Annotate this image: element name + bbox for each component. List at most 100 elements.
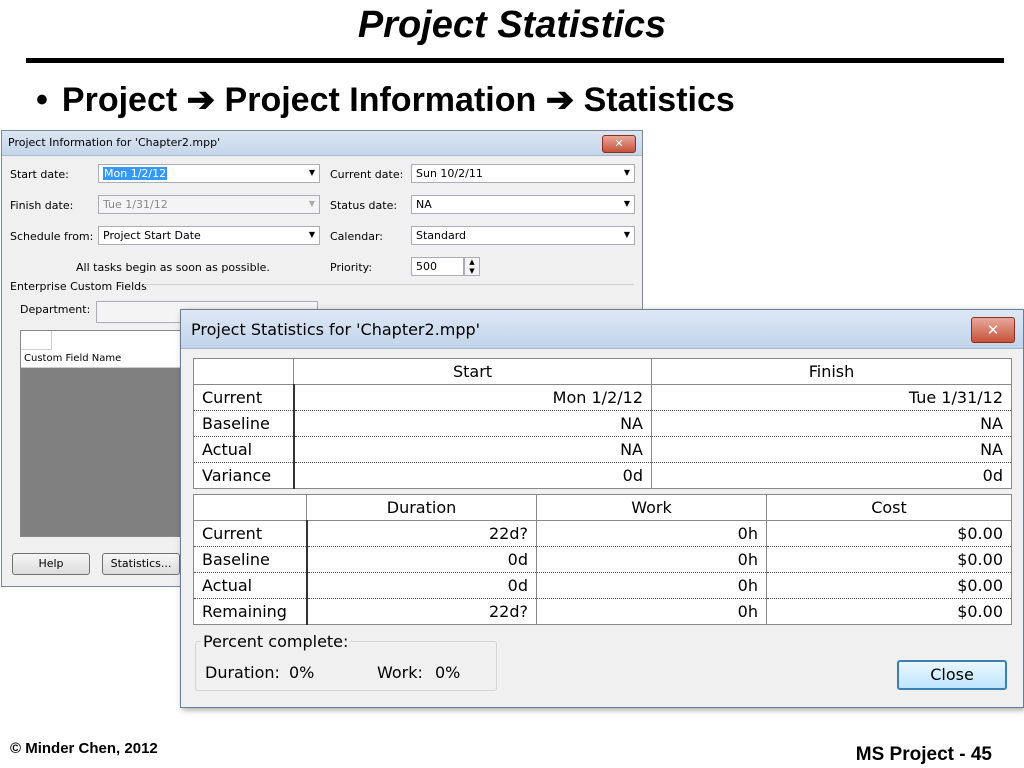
status-date-value: NA: [416, 198, 432, 211]
current-date-value: Sun 10/2/11: [416, 167, 483, 180]
slide-number-footer: MS Project - 45: [855, 744, 992, 765]
duration-pct-value: 0%: [289, 663, 315, 682]
table-row: Baseline NA NA: [193, 410, 1012, 437]
statistics-button[interactable]: Statistics...: [102, 553, 180, 575]
finish-date-field[interactable]: Tue 1/31/12 ▼: [98, 195, 320, 214]
calendar-value: Standard: [416, 229, 467, 242]
finish-date-label: Finish date:: [10, 199, 74, 212]
work-pct-value: 0%: [435, 663, 461, 682]
work-table: Duration Work Cost Current 22d? 0h $0.00…: [193, 494, 1012, 625]
row-label: Actual: [193, 572, 308, 599]
duration-pct-label: Duration:: [205, 663, 280, 682]
row-label: Actual: [193, 436, 295, 463]
bullet-path: • Project ➔ Project Information ➔ Statist…: [36, 80, 735, 120]
priority-input[interactable]: 500: [411, 257, 464, 276]
finish-cell: Tue 1/31/12: [651, 384, 1012, 411]
row-label: Current: [193, 384, 295, 411]
table-row: Actual NA NA: [193, 436, 1012, 463]
calendar-select[interactable]: Standard ▼: [411, 226, 635, 245]
current-date-field[interactable]: Sun 10/2/11 ▼: [411, 164, 635, 183]
finish-cell: NA: [651, 436, 1012, 463]
duration-cell: 0d: [306, 546, 537, 573]
project-info-titlebar: Project Information for 'Chapter2.mpp' ✕: [2, 131, 642, 156]
custom-fields-grid[interactable]: Custom Field Name: [20, 330, 192, 537]
bullet-text: Project ➔ Project Information ➔ Statisti…: [61, 81, 735, 119]
percent-complete-label: Percent complete:: [201, 632, 351, 651]
slide-title: Project Statistics: [357, 4, 667, 46]
row-label: Baseline: [193, 410, 295, 437]
chevron-down-icon[interactable]: ▼: [309, 199, 315, 208]
work-header-row: Duration Work Cost: [193, 494, 1012, 521]
priority-value: 500: [416, 260, 437, 273]
row-label: Variance: [193, 462, 295, 489]
title-divider: [26, 58, 1004, 63]
work-header-corner: [193, 494, 307, 521]
duration-cell: 22d?: [306, 520, 537, 547]
chevron-down-icon[interactable]: ▼: [309, 230, 315, 239]
row-label: Remaining: [193, 598, 308, 625]
work-pct-label: Work:: [377, 663, 423, 682]
table-row: Actual 0d 0h $0.00: [193, 572, 1012, 599]
help-button[interactable]: Help: [12, 553, 90, 575]
chevron-down-icon[interactable]: ▼: [309, 168, 315, 177]
chevron-down-icon[interactable]: ▼: [624, 230, 630, 239]
spin-up-icon[interactable]: ▲: [469, 258, 474, 266]
start-cell: NA: [293, 436, 652, 463]
schedule-from-value: Project Start Date: [103, 229, 201, 242]
start-date-value: Mon 1/2/12: [103, 167, 168, 180]
dates-header-corner: [193, 358, 294, 385]
start-date-field[interactable]: Mon 1/2/12 ▼: [98, 164, 320, 183]
finish-cell: 0d: [651, 462, 1012, 489]
department-label: Department:: [20, 303, 91, 316]
table-row: Baseline 0d 0h $0.00: [193, 546, 1012, 573]
priority-spinner[interactable]: ▲ ▼: [464, 257, 480, 276]
cost-cell: $0.00: [766, 520, 1012, 547]
schedule-from-label: Schedule from:: [10, 230, 94, 243]
duration-cell: 0d: [306, 572, 537, 599]
start-date-label: Start date:: [10, 168, 69, 181]
project-stats-titlebar: Project Statistics for 'Chapter2.mpp' ✕: [181, 310, 1023, 349]
dates-header-start: Start: [293, 358, 652, 385]
cost-cell: $0.00: [766, 598, 1012, 625]
row-label: Current: [193, 520, 308, 547]
chevron-down-icon[interactable]: ▼: [624, 168, 630, 177]
start-cell: NA: [293, 410, 652, 437]
group-divider: [144, 284, 634, 285]
project-stats-title: Project Statistics for 'Chapter2.mpp': [191, 320, 481, 339]
grid-corner-cell: [21, 331, 52, 350]
spin-down-icon[interactable]: ▼: [469, 267, 474, 275]
table-row: Current 22d? 0h $0.00: [193, 520, 1012, 547]
work-header-duration: Duration: [306, 494, 537, 521]
bullet-dot: •: [36, 81, 48, 119]
finish-date-value: Tue 1/31/12: [103, 198, 168, 211]
enterprise-fields-label: Enterprise Custom Fields: [10, 280, 147, 293]
chevron-down-icon[interactable]: ▼: [624, 199, 630, 208]
dates-table: Start Finish Current Mon 1/2/12 Tue 1/31…: [193, 358, 1012, 489]
project-info-title: Project Information for 'Chapter2.mpp': [8, 136, 221, 149]
current-date-label: Current date:: [330, 168, 404, 181]
start-cell: 0d: [293, 462, 652, 489]
status-date-field[interactable]: NA ▼: [411, 195, 635, 214]
work-header-work: Work: [536, 494, 767, 521]
project-stats-close-icon[interactable]: ✕: [971, 317, 1015, 343]
project-statistics-dialog: Project Statistics for 'Chapter2.mpp' ✕ …: [180, 309, 1024, 708]
copyright-footer: © Minder Chen, 2012: [10, 740, 158, 757]
status-date-label: Status date:: [330, 199, 398, 212]
work-cell: 0h: [536, 520, 767, 547]
custom-fields-grid-header: Custom Field Name: [21, 331, 191, 368]
calendar-label: Calendar:: [330, 230, 383, 243]
cost-cell: $0.00: [766, 546, 1012, 573]
dates-header-row: Start Finish: [193, 358, 1012, 385]
schedule-from-select[interactable]: Project Start Date ▼: [98, 226, 320, 245]
table-row: Variance 0d 0d: [193, 462, 1012, 489]
duration-cell: 22d?: [306, 598, 537, 625]
schedule-note: All tasks begin as soon as possible.: [76, 261, 270, 274]
cost-cell: $0.00: [766, 572, 1012, 599]
project-info-close-icon[interactable]: ✕: [602, 135, 636, 153]
close-button[interactable]: Close: [897, 660, 1007, 690]
start-cell: Mon 1/2/12: [293, 384, 652, 411]
dates-header-finish: Finish: [651, 358, 1012, 385]
table-row: Current Mon 1/2/12 Tue 1/31/12: [193, 384, 1012, 411]
work-cell: 0h: [536, 598, 767, 625]
table-row: Remaining 22d? 0h $0.00: [193, 598, 1012, 625]
